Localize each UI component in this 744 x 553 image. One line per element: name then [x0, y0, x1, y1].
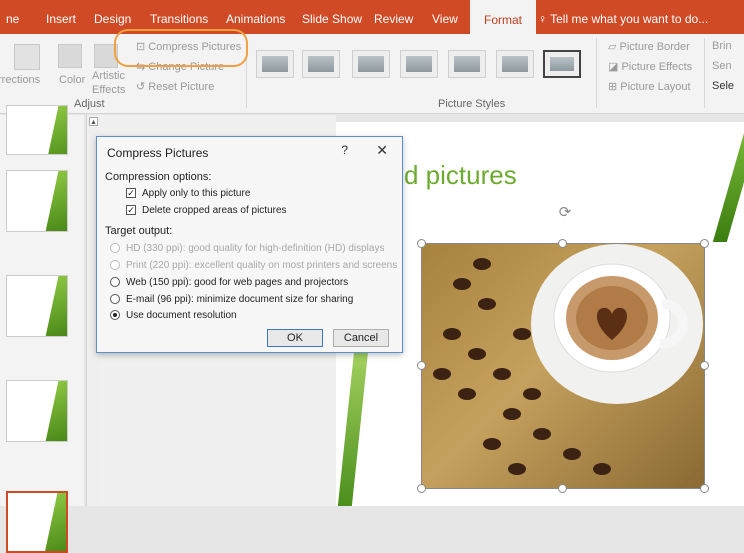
bring-forward-button[interactable]: Brin	[712, 40, 732, 52]
picture-border-icon: ▱	[608, 41, 620, 53]
checkbox-label: Apply only to this picture	[142, 187, 251, 199]
resize-handle[interactable]	[558, 484, 567, 493]
rotate-handle-icon[interactable]: ⟳	[556, 204, 574, 222]
radio-email[interactable]: E-mail (96 ppi): minimize document size …	[110, 292, 353, 306]
slide-thumbnail[interactable]	[6, 275, 68, 337]
target-output-label: Target output:	[105, 225, 173, 237]
slide-thumbnail-pane[interactable]	[0, 105, 84, 553]
checkbox-checked-icon: ✓	[126, 205, 136, 215]
resize-handle[interactable]	[700, 239, 709, 248]
tab-insert[interactable]: Insert	[46, 0, 76, 34]
send-backward-button[interactable]: Sen	[712, 60, 732, 72]
picture-effects-label: Picture Effects	[621, 61, 693, 73]
checkbox-label: Delete cropped areas of pictures	[142, 204, 287, 216]
coffee-picture-art	[433, 244, 703, 475]
resize-handle[interactable]	[558, 239, 567, 248]
delete-cropped-checkbox[interactable]: ✓ Delete cropped areas of pictures	[126, 203, 287, 217]
picture-style-7[interactable]	[543, 50, 581, 78]
color-icon[interactable]	[58, 44, 82, 68]
selection-pane-button[interactable]: Sele	[712, 80, 734, 92]
radio-label: E-mail (96 ppi): minimize document size …	[126, 293, 354, 305]
dialog-title: Compress Pictures	[107, 146, 209, 160]
radio-label: Print (220 ppi): excellent quality on mo…	[126, 259, 398, 271]
apply-only-checkbox[interactable]: ✓ Apply only to this picture	[126, 186, 250, 200]
picture-style-3[interactable]	[352, 50, 390, 78]
picture-style-4[interactable]	[400, 50, 438, 78]
artistic-label-1[interactable]: Artistic	[92, 70, 125, 82]
radio-icon	[110, 260, 120, 270]
picture-style-6[interactable]	[496, 50, 534, 78]
radio-icon	[110, 243, 120, 253]
adjust-group-label: Adjust	[74, 98, 105, 110]
help-button[interactable]: ?	[341, 143, 348, 157]
slide-thumbnail[interactable]	[6, 380, 68, 442]
resize-handle[interactable]	[417, 361, 426, 370]
checkbox-checked-icon: ✓	[126, 188, 136, 198]
compression-options-label: Compression options:	[105, 171, 212, 183]
color-label[interactable]: Color	[59, 74, 85, 86]
radio-hd: HD (330 ppi): good quality for high-defi…	[110, 241, 384, 255]
radio-label: Use document resolution	[126, 309, 237, 321]
picture-layout-button[interactable]: ⊞ Picture Layout	[608, 80, 691, 93]
corrections-icon[interactable]	[14, 44, 40, 70]
reset-picture-label: Reset Picture	[148, 81, 215, 93]
slide-thumbnail-selected[interactable]	[6, 491, 68, 553]
ribbon-tab-bar: ne Insert Design Transitions Animations …	[0, 0, 744, 34]
radio-document-resolution[interactable]: Use document resolution	[110, 308, 237, 322]
picture-border-button[interactable]: ▱ Picture Border	[608, 40, 690, 53]
coffee-picture[interactable]	[421, 243, 705, 489]
radio-label: HD (330 ppi): good quality for high-defi…	[126, 242, 385, 254]
scroll-up-arrow-icon[interactable]: ▲	[89, 117, 98, 126]
radio-icon	[110, 294, 120, 304]
group-separator	[596, 38, 597, 108]
tell-me-text: Tell me what you want to do...	[550, 12, 709, 26]
resize-handle[interactable]	[700, 361, 709, 370]
tab-home[interactable]: ne	[6, 0, 19, 34]
corrections-label[interactable]: rrections	[0, 74, 40, 86]
tab-review[interactable]: Review	[374, 0, 413, 34]
picture-style-5[interactable]	[448, 50, 486, 78]
picture-layout-label: Picture Layout	[620, 81, 691, 93]
radio-icon	[110, 277, 120, 287]
tell-me-box[interactable]: ♀ Tell me what you want to do...	[538, 0, 708, 34]
radio-selected-icon	[110, 310, 120, 320]
tab-format[interactable]: Format	[470, 0, 537, 34]
picture-style-2[interactable]	[302, 50, 340, 78]
radio-web[interactable]: Web (150 ppi): good for web pages and pr…	[110, 275, 348, 289]
tab-view[interactable]: View	[432, 0, 458, 34]
picture-effects-button[interactable]: ◪ Picture Effects	[608, 60, 692, 73]
reset-picture-button[interactable]: ↺ Reset Picture	[136, 80, 214, 93]
reset-picture-icon: ↺	[136, 81, 149, 93]
ribbon-format-pane: rrections Color Artistic Effects ⊡ Compr…	[0, 34, 744, 114]
ok-button[interactable]: OK	[267, 329, 323, 347]
slide-thumbnail[interactable]	[6, 170, 68, 232]
tab-slide-show[interactable]: Slide Show	[302, 0, 362, 34]
picture-styles-label: Picture Styles	[438, 98, 506, 110]
compress-pictures-dialog: Compress Pictures ? ✕ Compression option…	[96, 136, 403, 353]
slide-thumbnail[interactable]	[6, 105, 68, 155]
resize-handle[interactable]	[700, 484, 709, 493]
lightbulb-icon: ♀	[538, 12, 551, 26]
resize-handle[interactable]	[417, 239, 426, 248]
compress-highlight-circle	[114, 29, 248, 67]
picture-effects-icon: ◪	[608, 61, 622, 73]
radio-print: Print (220 ppi): excellent quality on mo…	[110, 258, 397, 272]
slide-title[interactable]: d pictures	[404, 160, 517, 191]
group-separator	[704, 38, 705, 108]
close-icon[interactable]: ✕	[376, 142, 388, 159]
cancel-button[interactable]: Cancel	[333, 329, 389, 347]
picture-layout-icon: ⊞	[608, 81, 621, 93]
radio-label: Web (150 ppi): good for web pages and pr…	[126, 276, 349, 288]
artistic-label-2[interactable]: Effects	[92, 84, 125, 96]
picture-border-label: Picture Border	[619, 41, 690, 53]
picture-style-1[interactable]	[256, 50, 294, 78]
resize-handle[interactable]	[417, 484, 426, 493]
